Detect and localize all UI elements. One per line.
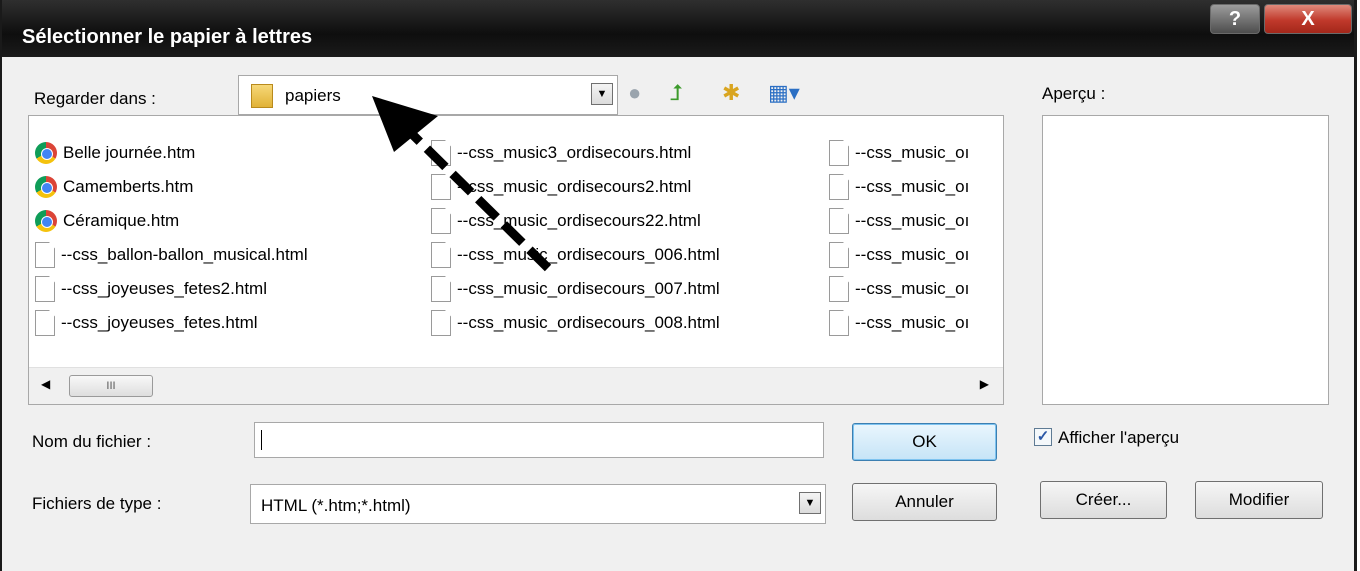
annotation-arrow-icon bbox=[372, 96, 552, 272]
